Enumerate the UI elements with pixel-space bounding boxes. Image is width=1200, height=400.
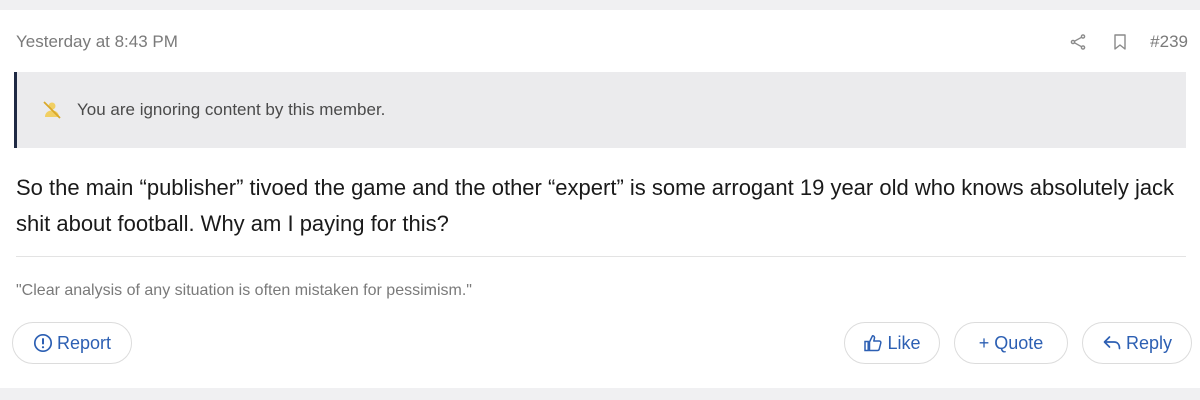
muted-user-icon [41,99,63,121]
bookmark-icon[interactable] [1108,30,1132,54]
report-button-label: Report [56,332,112,353]
like-button-label: Like [887,332,921,353]
ignored-content-notice[interactable]: You are ignoring content by this member. [14,72,1186,148]
share-icon[interactable] [1066,30,1090,54]
post-date[interactable]: Yesterday at 8:43 PM [16,32,178,52]
post-meta-actions: #239 [1066,30,1188,54]
reply-button-label: Reply [1125,332,1173,353]
quote-button[interactable]: + Quote [954,322,1068,364]
report-button[interactable]: Report [12,322,132,364]
ignored-notice-text: You are ignoring content by this member. [77,100,386,119]
reply-arrow-icon [1102,334,1122,352]
quote-button-label: + Quote [978,332,1044,353]
user-signature: "Clear analysis of any situation is ofte… [16,282,472,299]
alert-circle-icon [33,333,53,353]
thumbs-up-icon [863,333,883,353]
message-post: Yesterday at 8:43 PM #239 You are ignori… [0,10,1200,388]
post-number-link[interactable]: #239 [1150,32,1188,52]
signature-divider [16,256,1186,257]
reply-button[interactable]: Reply [1082,322,1192,364]
like-button[interactable]: Like [844,322,940,364]
post-body: So the main “publisher” tivoed the game … [16,175,1175,236]
